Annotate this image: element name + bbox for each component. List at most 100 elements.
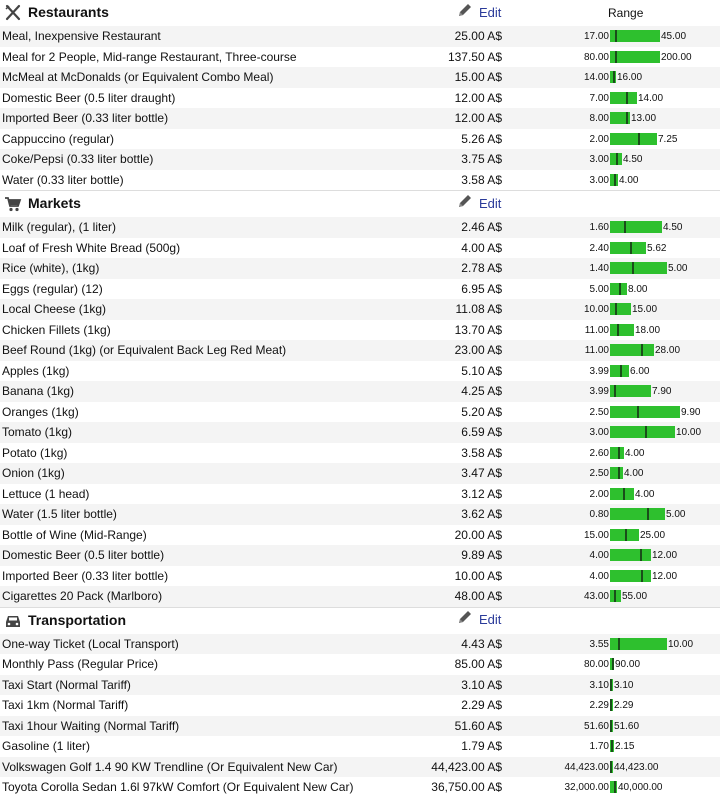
item-price: 4.43 A$ (461, 636, 502, 651)
table-row: Potato (1kg) 3.58 A$ 2.60 4.00 (0, 443, 720, 464)
range-max: 4.00 (625, 447, 645, 459)
section-title: Markets (28, 195, 81, 211)
table-row: Milk (regular), (1 liter) 2.46 A$ 1.60 4.50 (0, 217, 720, 238)
table-row: Tomato (1kg) 6.59 A$ 3.00 10.00 (0, 422, 720, 443)
fork-knife-icon (4, 4, 22, 22)
range-bar (610, 699, 613, 711)
item-name: Rice (white), (1kg) (2, 261, 100, 275)
range-min: 51.60 (583, 720, 609, 732)
item-price: 48.00 A$ (454, 589, 502, 603)
item-price: 36,750.00 A$ (431, 780, 502, 794)
item-price: 5.10 A$ (461, 363, 502, 378)
table-row: Domestic Beer (0.5 liter draught) 12.00 A… (0, 88, 720, 109)
item-name: Water (0.33 liter bottle) (2, 172, 124, 187)
item-price: 15.00 A$ (454, 70, 502, 84)
range-min: 2.00 (589, 133, 609, 145)
range-min: 43.00 (583, 591, 609, 602)
table-row: Taxi Start (Normal Tariff) 3.10 A$ 3.10 3.1… (0, 674, 720, 695)
edit-link[interactable]: Edit (457, 3, 501, 21)
range-marker (620, 364, 622, 377)
range-max: 9.90 (681, 406, 701, 418)
range-max: 5.00 (666, 509, 686, 520)
range-max: 4.50 (623, 154, 643, 165)
range-bar (610, 91, 637, 104)
table-row: Meal, Inexpensive Restaurant 25.00 A$ 17.0… (0, 26, 720, 47)
range-min: 3.55 (589, 638, 609, 650)
range-marker (612, 658, 614, 670)
item-price: 3.62 A$ (461, 507, 502, 521)
range-max: 40,000.00 (618, 782, 663, 793)
range-max: 15.00 (632, 304, 658, 315)
range-max: 12.00 (652, 570, 678, 582)
range-max: 4.00 (619, 174, 639, 186)
range-min: 17.00 (583, 31, 609, 42)
range-min: 0.80 (589, 509, 609, 520)
item-price: 25.00 A$ (454, 29, 502, 43)
range-max: 18.00 (635, 324, 661, 336)
range-bar (610, 112, 630, 124)
item-price: 6.95 A$ (461, 281, 502, 296)
range-marker (614, 385, 616, 397)
range-marker (647, 508, 649, 520)
table-row: Rice (white), (1kg) 2.78 A$ 1.40 5.00 (0, 258, 720, 279)
edit-link[interactable]: Edit (457, 194, 501, 212)
range-marker (626, 91, 628, 104)
range-bar (610, 173, 618, 186)
range-max: 16.00 (617, 72, 643, 83)
range-max: 3.10 (614, 679, 634, 691)
item-price: 44,423.00 A$ (431, 759, 502, 774)
item-price: 3.10 A$ (461, 677, 502, 692)
range-max: 5.00 (668, 263, 688, 274)
item-price: 20.00 A$ (454, 527, 502, 542)
item-name: Meal for 2 People, Mid-range Restaurant,… (2, 49, 297, 64)
item-price: 2.46 A$ (461, 220, 502, 234)
item-price: 12.00 A$ (454, 111, 502, 125)
item-name: Eggs (regular) (12) (2, 281, 103, 296)
table-row: Onion (1kg) 3.47 A$ 2.50 4.00 (0, 463, 720, 484)
range-min: 2.29 (589, 700, 609, 711)
range-bar (610, 446, 624, 459)
range-bar (610, 30, 660, 42)
range-bar (610, 50, 660, 63)
item-name: Cigarettes 20 Pack (Marlboro) (2, 589, 163, 603)
edit-label[interactable]: Edit (479, 5, 501, 20)
range-min: 2.60 (589, 447, 609, 459)
range-min: 3.99 (589, 386, 609, 397)
item-name: Coke/Pepsi (0.33 liter bottle) (2, 152, 154, 166)
range-min: 3.10 (589, 679, 609, 691)
range-max: 5.62 (647, 242, 667, 254)
edit-label[interactable]: Edit (479, 196, 501, 211)
range-max: 25.00 (640, 529, 666, 541)
range-marker (610, 760, 612, 773)
item-name: Imported Beer (0.33 liter bottle) (2, 568, 169, 583)
range-max: 90.00 (615, 659, 641, 670)
item-name: Banana (1kg) (2, 384, 75, 398)
item-price: 23.00 A$ (454, 343, 502, 357)
range-max: 4.00 (635, 488, 655, 500)
table-row: Water (1.5 liter bottle) 3.62 A$ 0.80 5.00 (0, 504, 720, 525)
item-name: Chicken Fillets (1kg) (2, 322, 111, 337)
table-row: Coke/Pepsi (0.33 liter bottle) 3.75 A$ 3.0… (0, 149, 720, 170)
edit-link[interactable]: Edit (457, 611, 501, 629)
item-price: 3.12 A$ (461, 486, 502, 501)
range-marker (611, 740, 613, 752)
range-bar (610, 528, 639, 541)
range-bar (610, 487, 634, 500)
pencil-icon (457, 609, 473, 630)
table-row: Oranges (1kg) 5.20 A$ 2.50 9.90 (0, 402, 720, 423)
range-bar (610, 385, 651, 397)
item-name: Domestic Beer (0.5 liter bottle) (2, 548, 165, 562)
cost-of-living-table: Restaurants Edit Range Meal, Inexpensive Re… (0, 0, 720, 798)
range-min: 11.00 (584, 345, 609, 356)
edit-label[interactable]: Edit (479, 612, 501, 627)
range-bar (610, 508, 665, 520)
table-row: Imported Beer (0.33 liter bottle) 12.00 A… (0, 108, 720, 129)
table-row: Imported Beer (0.33 liter bottle) 10.00 A… (0, 566, 720, 587)
range-bar (610, 323, 634, 336)
item-price: 3.47 A$ (461, 466, 502, 480)
range-min: 3.00 (589, 154, 609, 165)
item-price: 4.25 A$ (461, 384, 502, 398)
range-min: 2.40 (589, 242, 609, 254)
item-name: Imported Beer (0.33 liter bottle) (2, 111, 169, 125)
range-max: 7.90 (652, 386, 672, 397)
